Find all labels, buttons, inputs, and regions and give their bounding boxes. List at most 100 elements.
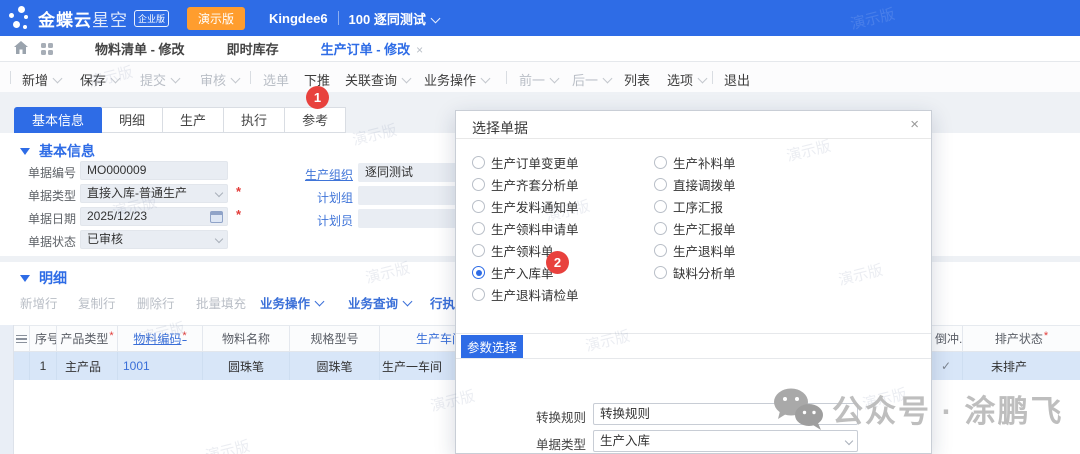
delete-row-button[interactable]: 删除行	[137, 293, 175, 312]
copy-row-button[interactable]: 复制行	[78, 293, 116, 312]
convert-rule-label: 转换规则	[526, 407, 586, 426]
bill-type-label: 单据类型	[6, 187, 76, 204]
toolbar-save-button[interactable]: 保存	[80, 70, 119, 89]
batch-fill-button[interactable]: 批量填充	[196, 293, 246, 312]
toolbar-next-button[interactable]: 后一	[572, 70, 611, 89]
chevron-down-icon	[231, 74, 241, 84]
row-menu-icon[interactable]	[14, 326, 30, 351]
collapse-triangle-icon[interactable]	[20, 275, 30, 282]
option-issue-notice[interactable]: 生产发料通知单	[472, 197, 579, 216]
toolbar-list-button[interactable]: 列表	[624, 70, 650, 89]
cell-spec: 圆珠笔	[290, 352, 380, 380]
cell-material-code[interactable]: 1001	[118, 352, 203, 380]
select-bill-dialog: 选择单据 × 生产订单变更单 生产齐套分析单 生产发料通知单 生产领料申请单 生…	[455, 110, 932, 454]
toolbar-related-query-button[interactable]: 关联查询	[345, 70, 410, 89]
apps-grid-icon[interactable]	[41, 43, 53, 55]
cell-material-name: 圆珠笔	[203, 352, 290, 380]
topbar-divider	[338, 11, 339, 25]
bill-no-label: 单据编号	[6, 164, 76, 181]
workspace-selector[interactable]: 100 逐同测试	[349, 9, 426, 28]
step-1-badge: 1	[306, 86, 329, 109]
chevron-down-icon	[430, 13, 440, 23]
radio-icon	[654, 244, 667, 257]
bill-no-field[interactable]: MO000009	[80, 161, 228, 180]
plan-group-label[interactable]: 计划组	[283, 189, 353, 206]
option-stock-in[interactable]: 生产入库单	[472, 263, 554, 282]
option-production-report[interactable]: 生产汇报单	[654, 219, 736, 238]
option-return-inspection[interactable]: 生产退料请检单	[472, 285, 579, 304]
chevron-down-icon	[215, 189, 223, 197]
option-order-change[interactable]: 生产订单变更单	[472, 153, 579, 172]
dialog-close-icon[interactable]: ×	[910, 116, 919, 133]
close-tab-icon[interactable]: ×	[416, 43, 423, 57]
option-shortage-analysis[interactable]: 缺料分析单	[654, 263, 736, 282]
top-bar: 金蝶云星空 企业版 演示版 Kingdee6 100 逐同测试	[0, 0, 1080, 36]
row-business-query-button[interactable]: 业务查询	[348, 293, 411, 312]
convert-rule-input[interactable]: 转换规则	[593, 403, 858, 425]
window-tab-bar: 物料清单 - 修改 即时库存 生产订单 - 修改×	[0, 36, 1080, 62]
form-tab-basic-info[interactable]: 基本信息	[14, 107, 102, 133]
option-kitting-analysis[interactable]: 生产齐套分析单	[472, 175, 579, 194]
col-backflush: 倒冲...	[930, 326, 963, 351]
option-picking-bill[interactable]: 生产领料单	[472, 241, 554, 260]
bill-status-select[interactable]: 已审核	[80, 230, 228, 249]
planner-label[interactable]: 计划员	[283, 212, 353, 229]
radio-icon	[472, 288, 485, 301]
param-select-tab[interactable]: 参数选择	[461, 335, 523, 358]
toolbar-select-bill-button[interactable]: 选单	[263, 70, 289, 89]
col-material-name: 物料名称	[203, 326, 290, 351]
bill-status-label: 单据状态	[6, 233, 76, 250]
chevron-down-icon	[698, 74, 708, 84]
option-picking-request[interactable]: 生产领料申请单	[472, 219, 579, 238]
col-schedule-status: 排产状态*	[963, 326, 1080, 351]
row-business-operation-button[interactable]: 业务操作	[260, 293, 323, 312]
dialog-bill-type-select[interactable]: 生产入库	[593, 430, 858, 452]
toolbar-options-button[interactable]: 选项	[667, 70, 706, 89]
chevron-down-icon	[550, 74, 560, 84]
toolbar-audit-button[interactable]: 审核	[200, 70, 239, 89]
form-tab-execution[interactable]: 执行	[224, 107, 285, 133]
dialog-title: 选择单据	[472, 118, 528, 138]
form-tab-reference[interactable]: 参考	[285, 107, 346, 133]
add-row-button[interactable]: 新增行	[20, 293, 58, 312]
col-material-code[interactable]: 物料编码*	[118, 326, 203, 351]
dialog-bill-type-label: 单据类型	[526, 434, 586, 453]
chevron-down-icon	[402, 74, 412, 84]
toolbar-exit-button[interactable]: 退出	[724, 70, 750, 89]
dialog-divider	[456, 358, 931, 359]
required-asterisk: *	[236, 207, 241, 222]
home-icon[interactable]	[14, 41, 28, 57]
col-product-type: 产品类型*	[57, 326, 118, 351]
collapse-triangle-icon[interactable]	[20, 148, 30, 155]
option-material-return[interactable]: 生产退料单	[654, 241, 736, 260]
calendar-icon[interactable]	[210, 211, 223, 223]
chevron-down-icon	[111, 74, 121, 84]
tab-production-order[interactable]: 生产订单 - 修改×	[321, 39, 424, 58]
radio-icon	[472, 222, 485, 235]
form-tab-detail[interactable]: 明细	[102, 107, 163, 133]
radio-icon	[472, 178, 485, 191]
toolbar-new-button[interactable]: 新增	[22, 70, 61, 89]
option-supplement-feed[interactable]: 生产补料单	[654, 153, 736, 172]
prod-org-label[interactable]: 生产组织	[283, 166, 353, 183]
edition-badge: 企业版	[134, 10, 169, 27]
option-process-report[interactable]: 工序汇报	[654, 197, 723, 216]
tab-inventory[interactable]: 即时库存	[227, 39, 279, 58]
toolbar-business-operation-button[interactable]: 业务操作	[424, 70, 489, 89]
chevron-down-icon	[481, 74, 491, 84]
required-asterisk: *	[236, 184, 241, 199]
form-tab-production[interactable]: 生产	[163, 107, 224, 133]
tab-material-list[interactable]: 物料清单 - 修改	[95, 39, 185, 58]
demo-version-badge: 演示版	[187, 7, 245, 30]
chevron-down-icon	[603, 74, 613, 84]
radio-icon	[654, 222, 667, 235]
toolbar-submit-button[interactable]: 提交	[140, 70, 179, 89]
bill-type-select[interactable]: 直接入库-普通生产	[80, 184, 228, 203]
col-spec: 规格型号	[290, 326, 380, 351]
option-direct-transfer[interactable]: 直接调拨单	[654, 175, 736, 194]
bill-date-field[interactable]: 2025/12/23	[80, 207, 228, 226]
bill-date-label: 单据日期	[6, 210, 76, 227]
toolbar-previous-button[interactable]: 前一	[519, 70, 558, 89]
radio-icon	[472, 156, 485, 169]
cell-backflush-checkbox[interactable]: ✓	[930, 352, 963, 380]
